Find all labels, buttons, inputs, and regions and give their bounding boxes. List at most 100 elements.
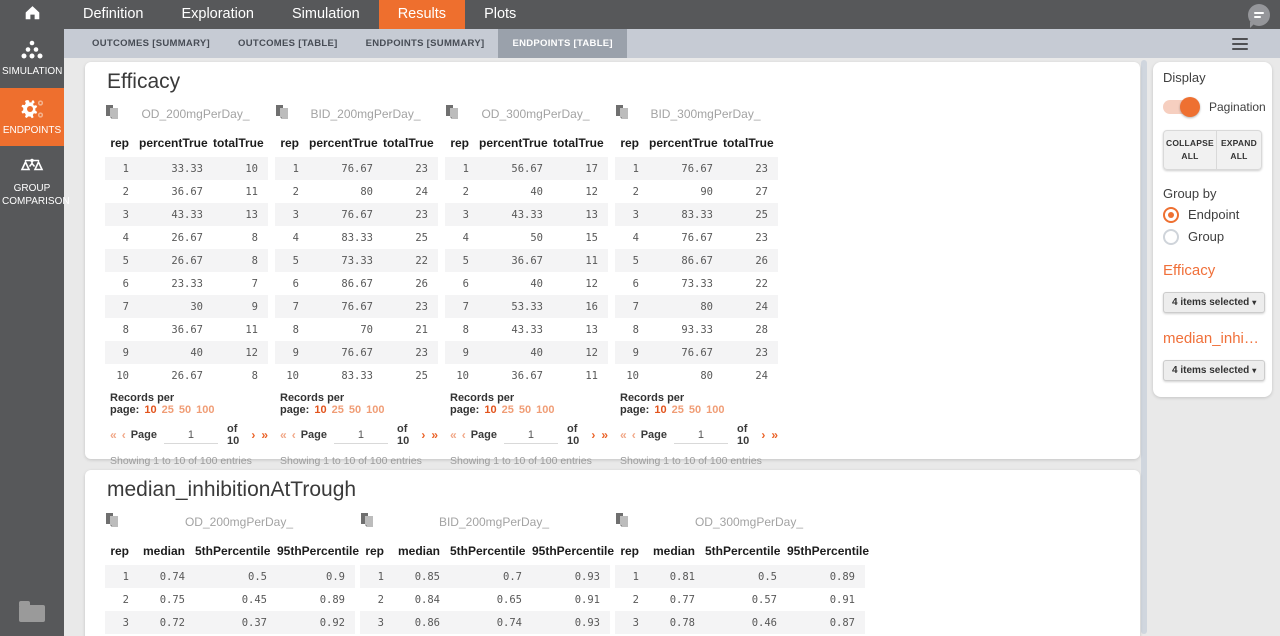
copy-table-icon[interactable] [445, 104, 463, 125]
next-page-icon[interactable]: › [761, 428, 765, 442]
pagination-toggle[interactable] [1163, 97, 1200, 117]
table-cell: 36.67 [511, 369, 543, 382]
records-per-page-option[interactable]: 100 [536, 404, 554, 416]
header-row: rep percentTrue totalTrue [445, 136, 608, 157]
efficacy-items-dropdown[interactable]: 4 items selected ▾ [1163, 291, 1266, 313]
records-per-page-option[interactable]: 10 [144, 404, 156, 416]
radio-label: Group [1188, 229, 1225, 244]
records-per-page-option[interactable]: 100 [196, 404, 214, 416]
vertical-scrollbar[interactable] [1141, 60, 1147, 634]
table-cell: 8 [251, 231, 258, 244]
sidebar-item-group-comparison[interactable]: GROUP COMPARISON [0, 146, 70, 217]
collapse-all-button[interactable]: COLLAPSE ALL [1163, 130, 1217, 170]
copy-table-icon[interactable] [275, 104, 293, 125]
records-per-page-option[interactable]: 10 [654, 404, 666, 416]
records-per-page-option[interactable]: 100 [366, 404, 384, 416]
records-per-page-option[interactable]: 50 [519, 404, 531, 416]
next-page-icon[interactable]: › [421, 428, 425, 442]
menu-icon[interactable] [1232, 38, 1248, 53]
records-per-page-option[interactable]: 25 [502, 404, 514, 416]
table-cell: 25 [755, 208, 768, 221]
tab-endpoints-table[interactable]: ENDPOINTS [TABLE] [498, 29, 627, 58]
feedback-button[interactable] [1248, 0, 1280, 29]
nav-item-definition[interactable]: Definition [64, 0, 162, 29]
prev-page-icon[interactable]: ‹ [292, 428, 296, 442]
scales-icon [2, 156, 62, 180]
last-page-icon[interactable]: » [601, 428, 608, 442]
first-page-icon[interactable]: « [280, 428, 287, 442]
table-cell: 27 [755, 185, 768, 198]
records-per-page-option[interactable]: 50 [349, 404, 361, 416]
table-row: 6 40 12 [445, 272, 608, 295]
table-cell: 0.9 [326, 570, 345, 583]
page-input[interactable] [163, 426, 218, 444]
endpoint-filter-name-median-inhibition[interactable]: median_inhibiti... [1163, 330, 1262, 347]
copy-table-icon[interactable] [615, 104, 633, 125]
table-row: 7 30 9 [105, 295, 268, 318]
nav-item-simulation[interactable]: Simulation [273, 0, 379, 29]
tab-outcomes-summary[interactable]: OUTCOMES [SUMMARY] [78, 29, 224, 58]
tab-outcomes-table[interactable]: OUTCOMES [TABLE] [224, 29, 352, 58]
page-input[interactable] [673, 426, 728, 444]
last-page-icon[interactable]: » [771, 428, 778, 442]
copy-table-icon[interactable] [360, 512, 378, 533]
records-per-page-option[interactable]: 25 [332, 404, 344, 416]
nav-item-exploration[interactable]: Exploration [162, 0, 273, 29]
project-folder-button[interactable] [0, 601, 64, 627]
column-header: median [142, 544, 185, 558]
page-of-label: of 10 [396, 423, 410, 447]
nav-item-results[interactable]: Results [378, 0, 466, 29]
page-input[interactable] [503, 426, 558, 444]
prev-page-icon[interactable]: ‹ [462, 428, 466, 442]
copy-table-icon[interactable] [105, 104, 123, 125]
page-input[interactable] [333, 426, 388, 444]
table-cell: 28 [755, 323, 768, 336]
table-cell: 21 [415, 323, 428, 336]
records-per-page-option[interactable]: 25 [162, 404, 174, 416]
last-page-icon[interactable]: » [431, 428, 438, 442]
table-row: 3 83.33 25 [615, 203, 778, 226]
records-per-page-option[interactable]: 100 [706, 404, 724, 416]
first-page-icon[interactable]: « [450, 428, 457, 442]
table-cell: 6 [122, 277, 129, 290]
last-page-icon[interactable]: » [261, 428, 268, 442]
median-inhibition-items-dropdown[interactable]: 4 items selected ▾ [1163, 359, 1266, 381]
next-page-icon[interactable]: › [591, 428, 595, 442]
copy-table-icon[interactable] [105, 512, 123, 533]
column-header: 5thPercentile [705, 544, 781, 558]
column-header: 95thPercentile [532, 544, 615, 558]
table-row: 9 76.67 23 [275, 341, 438, 364]
copy-table-icon[interactable] [615, 512, 633, 533]
records-per-page-option[interactable]: 10 [314, 404, 326, 416]
records-per-page-option[interactable]: 10 [484, 404, 496, 416]
home-button[interactable] [0, 0, 64, 29]
table-cell: 3 [292, 208, 299, 221]
records-per-page-option[interactable]: 50 [689, 404, 701, 416]
table-cell: 11 [245, 323, 258, 336]
expand-all-button[interactable]: EXPAND ALL [1216, 130, 1262, 170]
table-cell: 26.67 [171, 254, 203, 267]
table-row: 10 26.67 8 [105, 364, 268, 387]
table-cell: 0.89 [319, 593, 345, 606]
group-by-option-endpoint[interactable]: Endpoint [1163, 206, 1262, 223]
prev-page-icon[interactable]: ‹ [122, 428, 126, 442]
records-per-page-option[interactable]: 25 [672, 404, 684, 416]
table-row: 2 80 24 [275, 180, 438, 203]
nav-item-plots[interactable]: Plots [465, 0, 535, 29]
next-page-icon[interactable]: › [251, 428, 255, 442]
table-card-header: OD_300mgPerDay_ [445, 104, 608, 124]
sidebar-item-endpoints[interactable]: ENDPOINTS [0, 87, 64, 146]
column-header: percentTrue [479, 136, 548, 150]
column-header: rep [365, 544, 384, 558]
first-page-icon[interactable]: « [620, 428, 627, 442]
group-by-option-group[interactable]: Group [1163, 228, 1262, 245]
tab-endpoints-summary[interactable]: ENDPOINTS [SUMMARY] [352, 29, 499, 58]
records-per-page-option[interactable]: 50 [179, 404, 191, 416]
prev-page-icon[interactable]: ‹ [632, 428, 636, 442]
table-cell: 13 [585, 208, 598, 221]
sidebar-item-simulation[interactable]: SIMULATION [0, 29, 64, 88]
endpoint-filter-name-efficacy[interactable]: Efficacy [1163, 262, 1262, 279]
table-cell: 0.74 [496, 616, 522, 629]
first-page-icon[interactable]: « [110, 428, 117, 442]
table-cell: 0.77 [669, 593, 695, 606]
